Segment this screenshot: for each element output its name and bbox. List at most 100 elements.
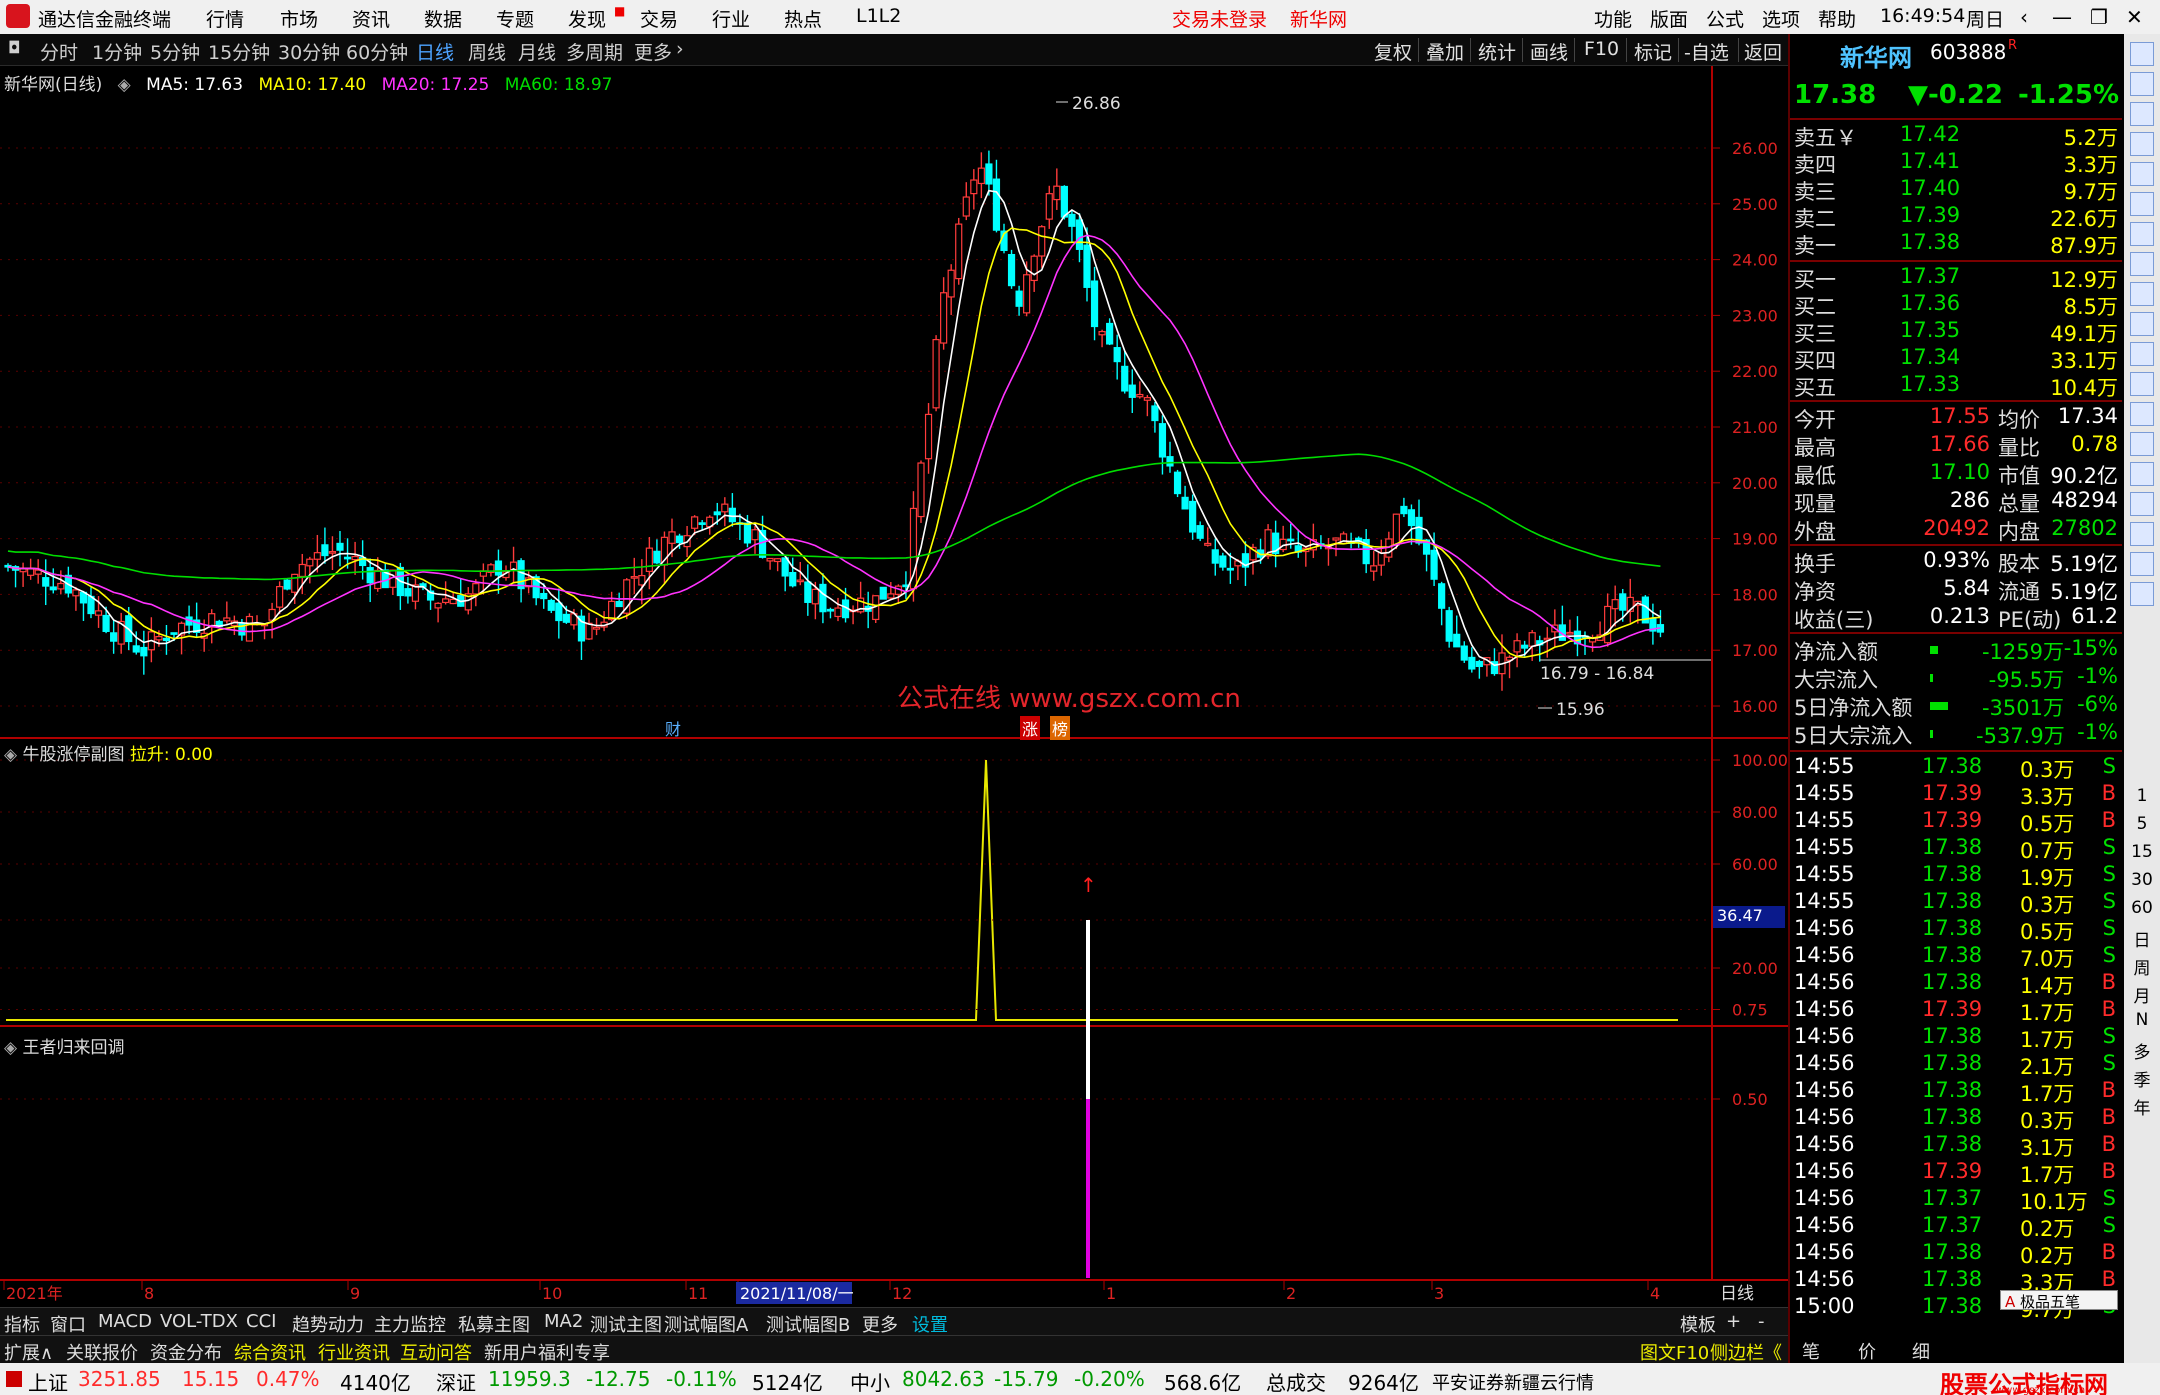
index-label[interactable]: 深证: [436, 1367, 476, 1395]
doc-icon[interactable]: [2130, 252, 2154, 276]
menu-item[interactable]: 选项: [1762, 5, 1800, 32]
list-icon[interactable]: [2130, 162, 2154, 186]
sidebar-period[interactable]: 60: [2124, 898, 2160, 918]
info-tab[interactable]: 资金分布: [150, 1339, 222, 1365]
panel-tab[interactable]: 笔: [1802, 1338, 1820, 1364]
rank-marker[interactable]: 榜: [1050, 716, 1071, 740]
bar-icon[interactable]: [2130, 432, 2154, 456]
indicator-tab[interactable]: 测试幅图A: [664, 1311, 748, 1337]
panel-tab[interactable]: 价: [1858, 1338, 1876, 1364]
chart-icon[interactable]: [2130, 192, 2154, 216]
fs-icon[interactable]: [2130, 372, 2154, 396]
pen-icon[interactable]: [2130, 522, 2154, 546]
menu-item[interactable]: 专题: [496, 5, 534, 32]
menu-item[interactable]: 行业: [712, 5, 750, 32]
indicator-tab[interactable]: MACD: [98, 1311, 152, 1332]
period-tab[interactable]: 1分钟: [92, 38, 142, 65]
index-label[interactable]: 上证: [28, 1367, 68, 1395]
period-tab[interactable]: 月线: [518, 38, 556, 65]
toolbar-button[interactable]: 返回: [1744, 38, 1782, 65]
indicator-tab[interactable]: 测试主图: [590, 1311, 662, 1337]
toolbar-button[interactable]: 复权: [1374, 38, 1412, 65]
news-icon[interactable]: [2130, 342, 2154, 366]
panel-tab[interactable]: 细: [1912, 1338, 1930, 1364]
minimize-icon[interactable]: —: [2052, 5, 2072, 29]
indicator-tab[interactable]: CCI: [246, 1311, 276, 1332]
sidebar-period[interactable]: 日: [2124, 926, 2160, 951]
menu-item[interactable]: 功能: [1594, 5, 1632, 32]
close-icon[interactable]: ✕: [2126, 5, 2143, 29]
period-tab[interactable]: 周线: [468, 38, 506, 65]
toolbar-button[interactable]: 标记: [1634, 38, 1672, 65]
collapse-icon[interactable]: ◈: [4, 745, 17, 765]
panel-tab[interactable]: 图文F10: [1640, 1339, 1709, 1365]
indicator-tab[interactable]: 更多: [862, 1311, 898, 1337]
menu-item[interactable]: 数据: [424, 5, 462, 32]
indicator-tab[interactable]: 窗口: [50, 1311, 86, 1337]
sidebar-period[interactable]: N: [2124, 1010, 2160, 1030]
period-tab[interactable]: 60分钟: [346, 38, 408, 65]
indicator-tab[interactable]: 指标: [4, 1311, 40, 1337]
toolbar-button[interactable]: -自选: [1684, 38, 1729, 65]
menu-item[interactable]: 热点: [784, 5, 822, 32]
template-control[interactable]: -: [1758, 1311, 1765, 1332]
limit-up-marker[interactable]: 涨: [1020, 716, 1041, 740]
indicator-tab[interactable]: 趋势动力: [292, 1311, 364, 1337]
period-tab[interactable]: 5分钟: [150, 38, 200, 65]
panel-tab[interactable]: 侧边栏《: [1710, 1339, 1782, 1365]
template-control[interactable]: +: [1726, 1311, 1741, 1332]
ime-indicator[interactable]: A 极品五笔: [2000, 1290, 2118, 1311]
sidebar-period[interactable]: 1: [2124, 786, 2160, 806]
chart-area[interactable]: 26.00 25.00 24.00 23.00 22.00 21.00 20.00 19.00…: [0, 66, 1788, 1306]
down-icon[interactable]: [2130, 102, 2154, 126]
toolbar-button[interactable]: F10: [1584, 38, 1619, 60]
toolbar-button[interactable]: 叠加: [1426, 38, 1464, 65]
restore-icon[interactable]: ❐: [2090, 5, 2108, 29]
broker-name[interactable]: 平安证券新疆云行情: [1432, 1369, 1594, 1395]
arrows-icon[interactable]: [2130, 492, 2154, 516]
info-icon[interactable]: [2130, 132, 2154, 156]
chart2-icon[interactable]: [2130, 582, 2154, 606]
sidebar-period[interactable]: 月: [2124, 982, 2160, 1007]
template-control[interactable]: 模板: [1680, 1311, 1716, 1337]
indicator-tab[interactable]: 主力监控: [374, 1311, 446, 1337]
menu-item[interactable]: 发现: [568, 5, 606, 32]
rsi-icon[interactable]: [2130, 462, 2154, 486]
candle-icon[interactable]: [2130, 222, 2154, 246]
index-label[interactable]: 中小: [850, 1367, 890, 1395]
indicator-tab[interactable]: 测试幅图B: [766, 1311, 850, 1337]
tag-icon[interactable]: [2130, 312, 2154, 336]
info-tab[interactable]: 互动问答: [400, 1339, 472, 1365]
collapse-icon[interactable]: ◈: [4, 1038, 17, 1058]
menu-icon[interactable]: [2130, 42, 2154, 66]
indicator-tab[interactable]: 设置: [912, 1311, 948, 1337]
menu-item[interactable]: 版面: [1650, 5, 1688, 32]
sidebar-period[interactable]: 年: [2124, 1094, 2160, 1119]
menu-item[interactable]: 交易: [640, 5, 678, 32]
info-tab[interactable]: 新用户福利专享: [484, 1339, 610, 1365]
f10-icon[interactable]: [2130, 282, 2154, 306]
period-tab[interactable]: 分时: [40, 38, 78, 65]
indicator-tab[interactable]: 私募主图: [458, 1311, 530, 1337]
period-tab[interactable]: 15分钟: [208, 38, 270, 65]
info-tab[interactable]: 关联报价: [66, 1339, 138, 1365]
sidebar-period[interactable]: 季: [2124, 1066, 2160, 1091]
sidebar-period[interactable]: 15: [2124, 842, 2160, 862]
finance-marker[interactable]: 财: [665, 716, 681, 740]
menu-item[interactable]: 帮助: [1818, 5, 1856, 32]
period-tab-active[interactable]: 日线: [416, 38, 454, 65]
sidebar-period[interactable]: 多: [2124, 1038, 2160, 1063]
toolbar-button[interactable]: 画线: [1530, 38, 1568, 65]
period-tab[interactable]: 多周期: [566, 38, 623, 65]
period-tab[interactable]: 30分钟: [278, 38, 340, 65]
sidebar-period[interactable]: 5: [2124, 814, 2160, 834]
info-tab[interactable]: 扩展∧: [4, 1339, 53, 1365]
panel-toggle-icon[interactable]: ◘: [8, 38, 21, 57]
menu-item[interactable]: 市场: [280, 5, 318, 32]
ma-toggle-icon[interactable]: ◈: [118, 75, 131, 95]
info-tab[interactable]: 综合资讯: [234, 1339, 306, 1365]
up-icon[interactable]: [2130, 72, 2154, 96]
menu-item[interactable]: 公式: [1706, 5, 1744, 32]
back-icon[interactable]: ‹: [2020, 5, 2028, 29]
chevron-right-icon[interactable]: ›: [676, 38, 684, 60]
